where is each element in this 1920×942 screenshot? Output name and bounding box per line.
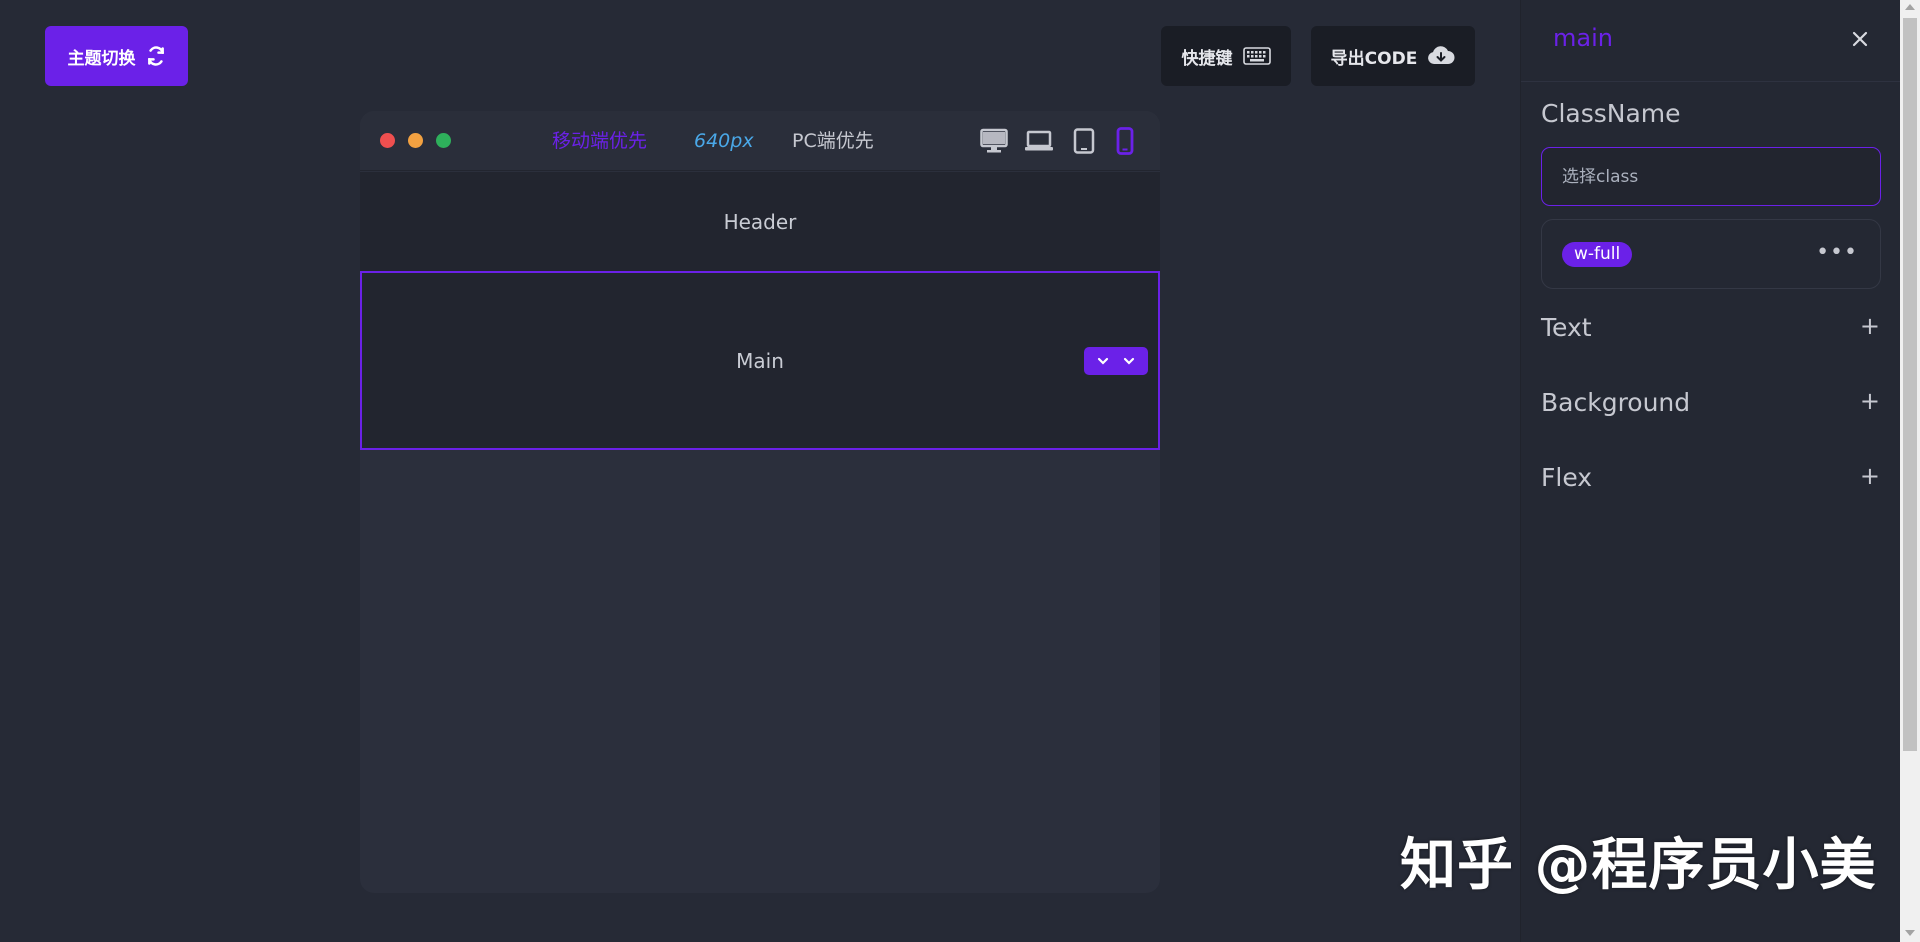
class-select-input[interactable] — [1541, 147, 1881, 206]
header-element-label: Header — [723, 209, 797, 234]
properties-panel: main ClassName w-full ••• Text + Backgro… — [1520, 0, 1901, 942]
shortcuts-label: 快捷键 — [1181, 48, 1233, 69]
add-flex-icon[interactable]: + — [1860, 462, 1880, 490]
classname-heading: ClassName — [1541, 99, 1681, 128]
main-element-selected[interactable]: Main — [360, 271, 1160, 450]
theme-switch-button[interactable]: 主题切换 — [45, 26, 188, 86]
chevron-down-icon[interactable] — [1096, 354, 1110, 368]
device-preview-frame: 移动端优先 640px PC端优先 Header Main — [360, 111, 1160, 893]
breakpoint-width: 640px — [694, 130, 754, 152]
scroll-down-icon[interactable] — [1905, 930, 1915, 936]
selected-element-name: main — [1553, 24, 1613, 52]
chevron-down-icon[interactable] — [1122, 354, 1136, 368]
window-close-dot — [380, 133, 395, 148]
tablet-icon[interactable] — [1072, 126, 1096, 156]
refresh-icon — [146, 46, 166, 66]
pc-first-toggle[interactable]: PC端优先 — [792, 127, 874, 155]
export-code-button[interactable]: 导出CODE — [1311, 26, 1475, 86]
add-background-icon[interactable]: + — [1860, 387, 1880, 415]
window-minimize-dot — [408, 133, 423, 148]
main-element-label: Main — [736, 348, 784, 373]
section-flex[interactable]: Flex — [1541, 463, 1592, 492]
section-background[interactable]: Background — [1541, 388, 1690, 417]
section-text[interactable]: Text — [1541, 313, 1592, 342]
scroll-up-icon[interactable] — [1905, 4, 1915, 10]
export-code-label: 导出CODE — [1330, 48, 1418, 69]
mobile-icon[interactable] — [1115, 126, 1135, 156]
scrollbar-thumb[interactable] — [1903, 18, 1917, 751]
class-tag[interactable]: w-full — [1562, 242, 1633, 267]
header-element[interactable]: Header — [360, 172, 1160, 271]
desktop-icon[interactable] — [979, 126, 1009, 156]
shortcuts-button[interactable]: 快捷键 — [1161, 26, 1291, 86]
close-icon[interactable] — [1847, 26, 1873, 52]
panel-header: main — [1521, 0, 1901, 82]
preview-titlebar: 移动端优先 640px PC端优先 — [360, 111, 1160, 171]
page-scrollbar[interactable] — [1900, 0, 1920, 942]
element-controls — [1084, 347, 1148, 375]
more-options-icon[interactable]: ••• — [1816, 240, 1858, 265]
add-text-icon[interactable]: + — [1860, 312, 1880, 340]
keyboard-icon — [1242, 47, 1271, 65]
laptop-icon[interactable] — [1023, 126, 1055, 156]
mobile-first-toggle[interactable]: 移动端优先 — [552, 127, 647, 155]
class-tag-list: w-full ••• — [1541, 219, 1881, 289]
watermark-text: 知乎 @程序员小美 — [1400, 833, 1877, 898]
cloud-download-icon — [1427, 46, 1455, 66]
theme-switch-label: 主题切换 — [67, 48, 136, 69]
window-maximize-dot — [436, 133, 451, 148]
